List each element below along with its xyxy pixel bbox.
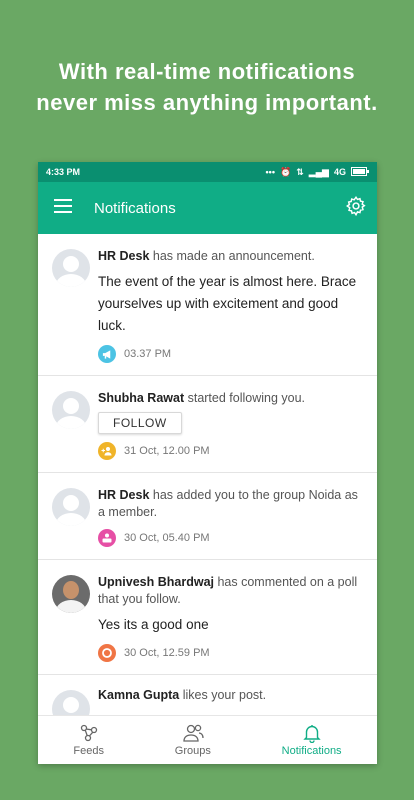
notification-time: 30 Oct, 05.40 PM: [124, 532, 210, 544]
actor-name[interactable]: HR Desk: [98, 249, 149, 263]
notification-text: Upnivesh Bhardwaj has commented on a pol…: [98, 574, 365, 608]
notification-time: 31 Oct, 12.00 PM: [124, 445, 210, 457]
avatar: [52, 690, 90, 716]
promo-headline-line2: never miss anything important.: [36, 90, 378, 115]
battery-icon: [351, 166, 369, 178]
page-title: Notifications: [94, 199, 176, 217]
notification-message: Yes its a good one: [98, 617, 209, 632]
notification-time-row: 30 Oct, 12.59 PM: [98, 644, 365, 662]
notification-time: 30 Oct, 12.59 PM: [124, 647, 210, 659]
avatar: [52, 575, 90, 613]
bottom-navigation: Feeds Groups Notifications: [38, 715, 377, 764]
notification-time-row: 03.37 PM: [98, 345, 365, 363]
avatar: [52, 488, 90, 526]
actor-name[interactable]: HR Desk: [98, 488, 149, 502]
bell-icon: [302, 725, 321, 743]
add-user-icon: [98, 442, 116, 460]
notification-item[interactable]: HR Desk has added you to the group Noida…: [38, 473, 377, 560]
feeds-icon: [80, 724, 97, 742]
network-type: 4G: [333, 167, 346, 177]
notification-action: has made an announcement.: [149, 249, 315, 263]
status-bar: 4:33 PM ••• ⏰ ⇅ ▂▄▆ 4G: [38, 162, 377, 182]
comment-icon: [98, 644, 116, 662]
notification-text: HR Desk has made an announcement.: [98, 248, 365, 265]
nav-groups-label: Groups: [174, 745, 211, 757]
notification-action: started following you.: [184, 391, 306, 405]
follow-button[interactable]: FOLLOW: [98, 412, 182, 434]
notification-item[interactable]: Kamna Gupta likes your post.: [38, 675, 377, 716]
gear-icon[interactable]: [345, 195, 367, 222]
avatar: [52, 249, 90, 287]
notification-time-row: 31 Oct, 12.00 PM: [98, 442, 365, 460]
nav-notifications-label: Notifications: [281, 745, 342, 757]
notification-item[interactable]: Shubha Rawat started following you. FOLL…: [38, 376, 377, 473]
avatar: [52, 391, 90, 429]
actor-name[interactable]: Upnivesh Bhardwaj: [98, 575, 214, 589]
menu-icon[interactable]: [54, 198, 72, 218]
notification-text: Kamna Gupta likes your post.: [98, 687, 365, 704]
notification-item[interactable]: HR Desk has made an announcement. The ev…: [38, 234, 377, 376]
actor-name[interactable]: Kamna Gupta: [98, 688, 179, 702]
status-time: 4:33 PM: [46, 167, 81, 177]
notification-time: 03.37 PM: [124, 348, 172, 360]
alarm-icon: ⏰: [279, 166, 292, 177]
notification-list[interactable]: HR Desk has made an announcement. The ev…: [38, 234, 377, 716]
app-bar: Notifications: [38, 182, 377, 234]
notification-action: likes your post.: [179, 688, 267, 702]
notification-item[interactable]: Upnivesh Bhardwaj has commented on a pol…: [38, 560, 377, 675]
group-icon: [98, 529, 116, 547]
notification-time-row: 30 Oct, 05.40 PM: [98, 529, 365, 547]
nav-feeds[interactable]: Feeds: [73, 723, 104, 757]
actor-name[interactable]: Shubha Rawat: [98, 391, 184, 405]
megaphone-icon: [98, 345, 116, 363]
notification-text: HR Desk has added you to the group Noida…: [98, 487, 365, 521]
status-icons: ••• ⏰ ⇅ ▂▄▆ 4G: [265, 166, 369, 178]
more-dots-icon: •••: [265, 167, 275, 177]
promo-headline: With real-time notifications never miss …: [0, 56, 414, 118]
phone-screen: 4:33 PM ••• ⏰ ⇅ ▂▄▆ 4G Notifications HR …: [38, 162, 377, 764]
groups-icon: [183, 724, 204, 742]
nav-notifications[interactable]: Notifications: [282, 723, 342, 757]
notification-message: The event of the year is almost here. Br…: [98, 274, 357, 333]
nav-feeds-label: Feeds: [73, 745, 104, 757]
notification-text: Shubha Rawat started following you.: [98, 390, 365, 407]
signal-icon: ▂▄▆: [308, 166, 329, 177]
promo-headline-line1: With real-time notifications: [58, 59, 356, 84]
nav-groups[interactable]: Groups: [175, 723, 211, 757]
data-arrows-icon: ⇅: [296, 166, 304, 177]
